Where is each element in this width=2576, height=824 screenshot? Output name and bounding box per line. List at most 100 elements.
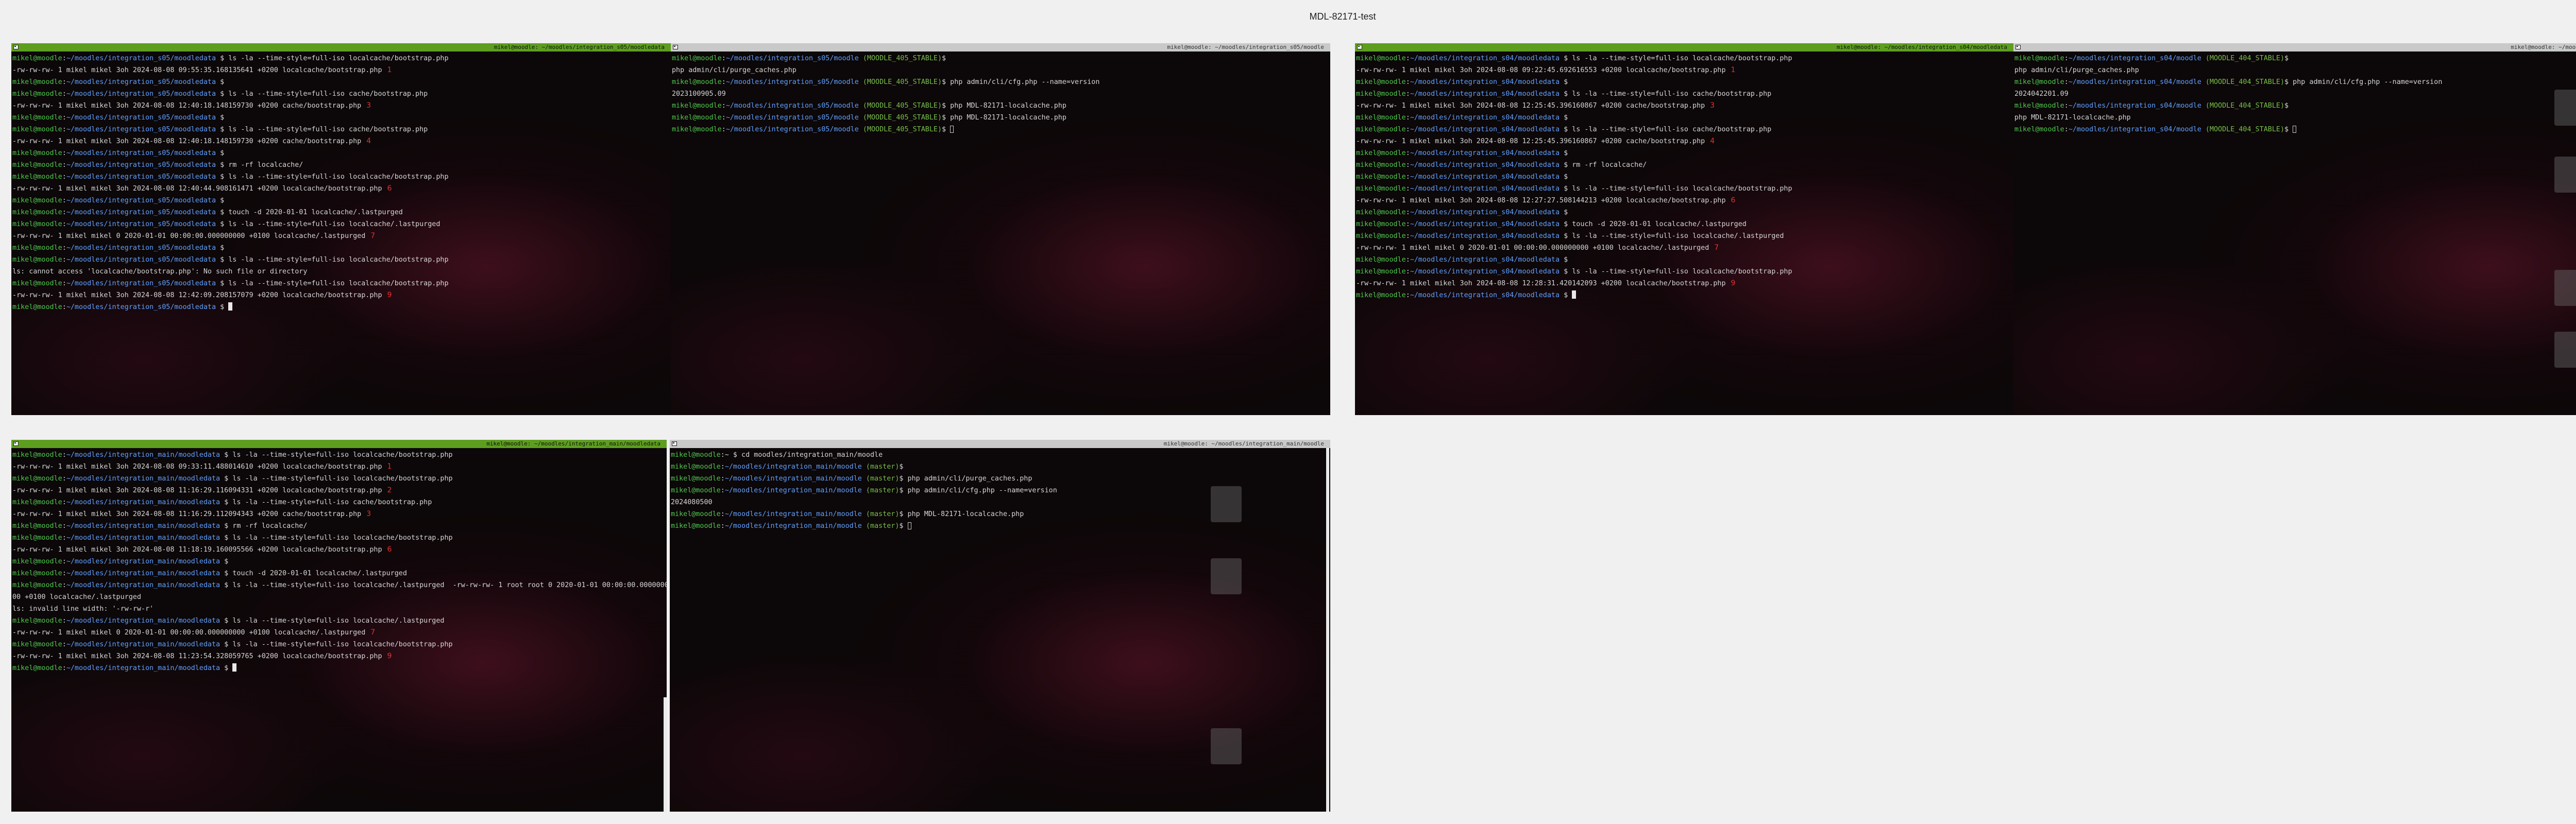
prompt-path: ~/moodles/integration_main/moodle — [724, 463, 862, 471]
prompt-user: mikel@moodle — [1356, 232, 1406, 240]
prompt-path: ~/moodles/integration_s04/moodledata — [1410, 149, 1560, 157]
terminal-text: : — [721, 78, 726, 86]
prompt-path: ~/moodles/integration_s05/moodledata — [66, 114, 216, 122]
terminal-pane-s04-moodle[interactable]: mikel@moodle: ~/moodles/integration_s04/… — [2013, 43, 2576, 415]
terminal-text: -rw-rw-rw- 1 mikel mikel 3oh 2024-08-08 … — [12, 291, 382, 299]
pane-divider-scrollbar[interactable] — [664, 697, 667, 812]
terminal-line: mikel@moodle:~/moodles/integration_s04/m… — [1356, 112, 2013, 124]
terminal-text: $ ls -la --time-style=full-iso localcach… — [1560, 232, 1784, 240]
prompt-user: mikel@moodle — [1356, 291, 1406, 299]
terminal-titlebar[interactable]: mikel@moodle: ~/moodles/integration_s04/… — [1355, 43, 2013, 52]
terminal-titlebar[interactable]: mikel@moodle: ~/moodles/integration_s05/… — [671, 43, 1330, 52]
terminal-text: -rw-rw-rw- 1 mikel mikel 3oh 2024-08-08 … — [1356, 102, 1705, 110]
terminal-titlebar[interactable]: mikel@moodle: ~/moodles/integration_s04/… — [2013, 43, 2576, 52]
terminal-text: : — [720, 522, 725, 530]
terminal-output[interactable]: mikel@moodle: ~/moodles/integration_s04/m… — [2013, 52, 2576, 135]
terminal-line: ls: invalid line width: '-rw-rw-r' — [12, 603, 667, 615]
terminal-text: $ ls -la --time-style=full-iso localcach… — [220, 581, 667, 589]
terminal-output[interactable]: mikel@moodle:~/moodles/integration_s04/m… — [1355, 52, 2013, 301]
terminal-pane-main-moodle[interactable]: mikel@moodle: ~/moodles/integration_main… — [670, 440, 1330, 812]
step-annotation: 4 — [1710, 137, 1715, 145]
step-annotation: 1 — [387, 462, 392, 471]
prompt-path: ~/moodles/integration_s05/moodledata — [66, 90, 216, 98]
terminal-text: : — [720, 463, 725, 471]
terminal-line: -rw-rw-rw- 1 mikel mikel 3oh 2024-08-08 … — [12, 650, 667, 662]
desktop-file-icon — [1211, 558, 1242, 594]
prompt-path: ~/moodles/integration_s04/moodle — [2068, 102, 2201, 110]
terminal-pane-s05-moodledata[interactable]: mikel@moodle: ~/moodles/integration_s05/… — [11, 43, 671, 415]
desktop-file-icon — [1211, 486, 1242, 522]
step-annotation: 7 — [1714, 244, 1719, 252]
page-title: MDL-82171-test — [1309, 11, 1376, 22]
prompt-user: mikel@moodle — [672, 114, 722, 122]
terminal-text: -rw-rw-rw- 1 mikel mikel 0 2020-01-01 00… — [12, 232, 366, 240]
prompt-user: mikel@moodle — [1356, 185, 1406, 193]
prompt-path: ~/moodles/integration_s05/moodle — [725, 126, 859, 133]
prompt-path: ~/moodles/integration_main/moodledata — [66, 522, 221, 530]
terminal-text: $ ls -la --time-style=full-iso localcach… — [220, 451, 453, 459]
terminal-text: : — [1405, 291, 1410, 299]
terminal-text: $ — [2284, 126, 2293, 133]
terminal-pane-s04-moodledata[interactable]: mikel@moodle: ~/moodles/integration_s04/… — [1355, 43, 2013, 415]
terminal-line: mikel@moodle:~/moodles/integration_s05/m… — [12, 254, 671, 266]
terminal-pane-s05-moodle[interactable]: mikel@moodle: ~/moodles/integration_s05/… — [671, 43, 1330, 415]
terminal-line: -rw-rw-rw- 1 mikel mikel 3oh 2024-08-08 … — [1356, 64, 2013, 76]
terminal-output[interactable]: mikel@moodle: ~/moodles/integration_s05/m… — [671, 52, 1330, 135]
terminal-text: $ ls -la --time-style=full-iso cache/boo… — [216, 90, 428, 98]
terminal-text: : — [1405, 161, 1410, 169]
prompt-path: ~/moodles/integration_s05/moodledata — [66, 55, 216, 62]
prompt-path: ~/moodles/integration_s05/moodle — [725, 114, 859, 122]
terminal-line: mikel@moodle:~/moodles/integration_s04/m… — [1356, 218, 2013, 230]
text-cursor — [232, 663, 237, 672]
terminal-output[interactable]: mikel@moodle:~/moodles/integration_s05/m… — [11, 52, 671, 313]
terminal-scrollbar[interactable] — [1326, 448, 1329, 812]
terminal-text: $ — [220, 664, 233, 672]
terminal-titlebar[interactable]: mikel@moodle: ~/moodles/integration_s05/… — [11, 43, 671, 52]
git-branch: (MOODLE_404_STABLE) — [2201, 78, 2285, 86]
terminal-text: $ ls -la --time-style=full-iso localcach… — [1560, 55, 1792, 62]
prompt-path: ~/moodles/integration_s05/moodle — [725, 55, 859, 62]
step-annotation: 4 — [366, 137, 371, 145]
prompt-path: ~/moodles/integration_s05/moodledata — [66, 161, 216, 169]
prompt-user: mikel@moodle — [12, 209, 62, 216]
prompt-path: ~/moodles/integration_main/moodledata — [66, 558, 221, 565]
prompt-user: mikel@moodle — [672, 102, 722, 110]
step-annotation: 3 — [1710, 101, 1715, 110]
terminal-pane-main-moodledata[interactable]: mikel@moodle: ~/moodles/integration_main… — [11, 440, 667, 812]
terminal-text: : — [1405, 78, 1410, 86]
terminal-text: : — [1405, 268, 1410, 276]
terminal-icon — [2015, 45, 2021, 49]
terminal-text: $ php MDL-82171-localcache.php — [942, 102, 1066, 110]
terminal-line: mikel@moodle:~/moodles/integration_main/… — [12, 568, 667, 579]
terminal-output[interactable]: mikel@moodle:~/moodles/integration_main/… — [11, 448, 667, 674]
prompt-user: mikel@moodle — [12, 451, 62, 459]
prompt-user: mikel@moodle — [1356, 90, 1406, 98]
terminal-text: : — [62, 173, 66, 181]
terminal-text: : — [2064, 78, 2069, 86]
terminal-line: mikel@moodle:~/moodles/integration_s04/m… — [1356, 171, 2013, 183]
terminal-text: : — [1405, 256, 1410, 264]
prompt-path: ~/moodles/integration_s05/moodledata — [66, 78, 216, 86]
terminal-text: $ — [216, 114, 225, 122]
terminal-text: 2023100905.09 — [672, 90, 726, 98]
terminal-line: 2024042201.09 — [2014, 88, 2576, 100]
terminal-text: -rw-rw-rw- 1 mikel mikel 3oh 2024-08-08 … — [12, 510, 362, 518]
terminal-line: mikel@moodle:~/moodles/integration_s04/m… — [1356, 53, 2013, 64]
terminal-text: $ — [1560, 114, 1568, 122]
terminal-text: $ — [1560, 291, 1572, 299]
terminal-titlebar[interactable]: mikel@moodle: ~/moodles/integration_main… — [11, 440, 667, 448]
terminal-line: mikel@moodle:~/moodles/integration_s05/m… — [12, 76, 671, 88]
terminal-text: $ — [1560, 256, 1568, 264]
terminal-line: mikel@moodle:~/moodles/integration_s04/m… — [1356, 254, 2013, 266]
terminal-titlebar[interactable]: mikel@moodle: ~/moodles/integration_main… — [670, 440, 1330, 448]
text-cursor — [950, 126, 954, 133]
terminal-text: : — [62, 209, 66, 216]
prompt-path: ~/moodles/integration_s05/moodledata — [66, 209, 216, 216]
prompt-user: mikel@moodle — [2014, 102, 2064, 110]
step-annotation: 6 — [387, 184, 392, 193]
prompt-user: mikel@moodle — [12, 220, 62, 228]
terminal-text: $ — [1560, 78, 1568, 86]
step-annotation: 9 — [387, 291, 392, 299]
prompt-user: mikel@moodle — [2014, 126, 2064, 133]
terminal-line: mikel@moodle:~/moodles/integration_s04/m… — [2014, 100, 2576, 112]
